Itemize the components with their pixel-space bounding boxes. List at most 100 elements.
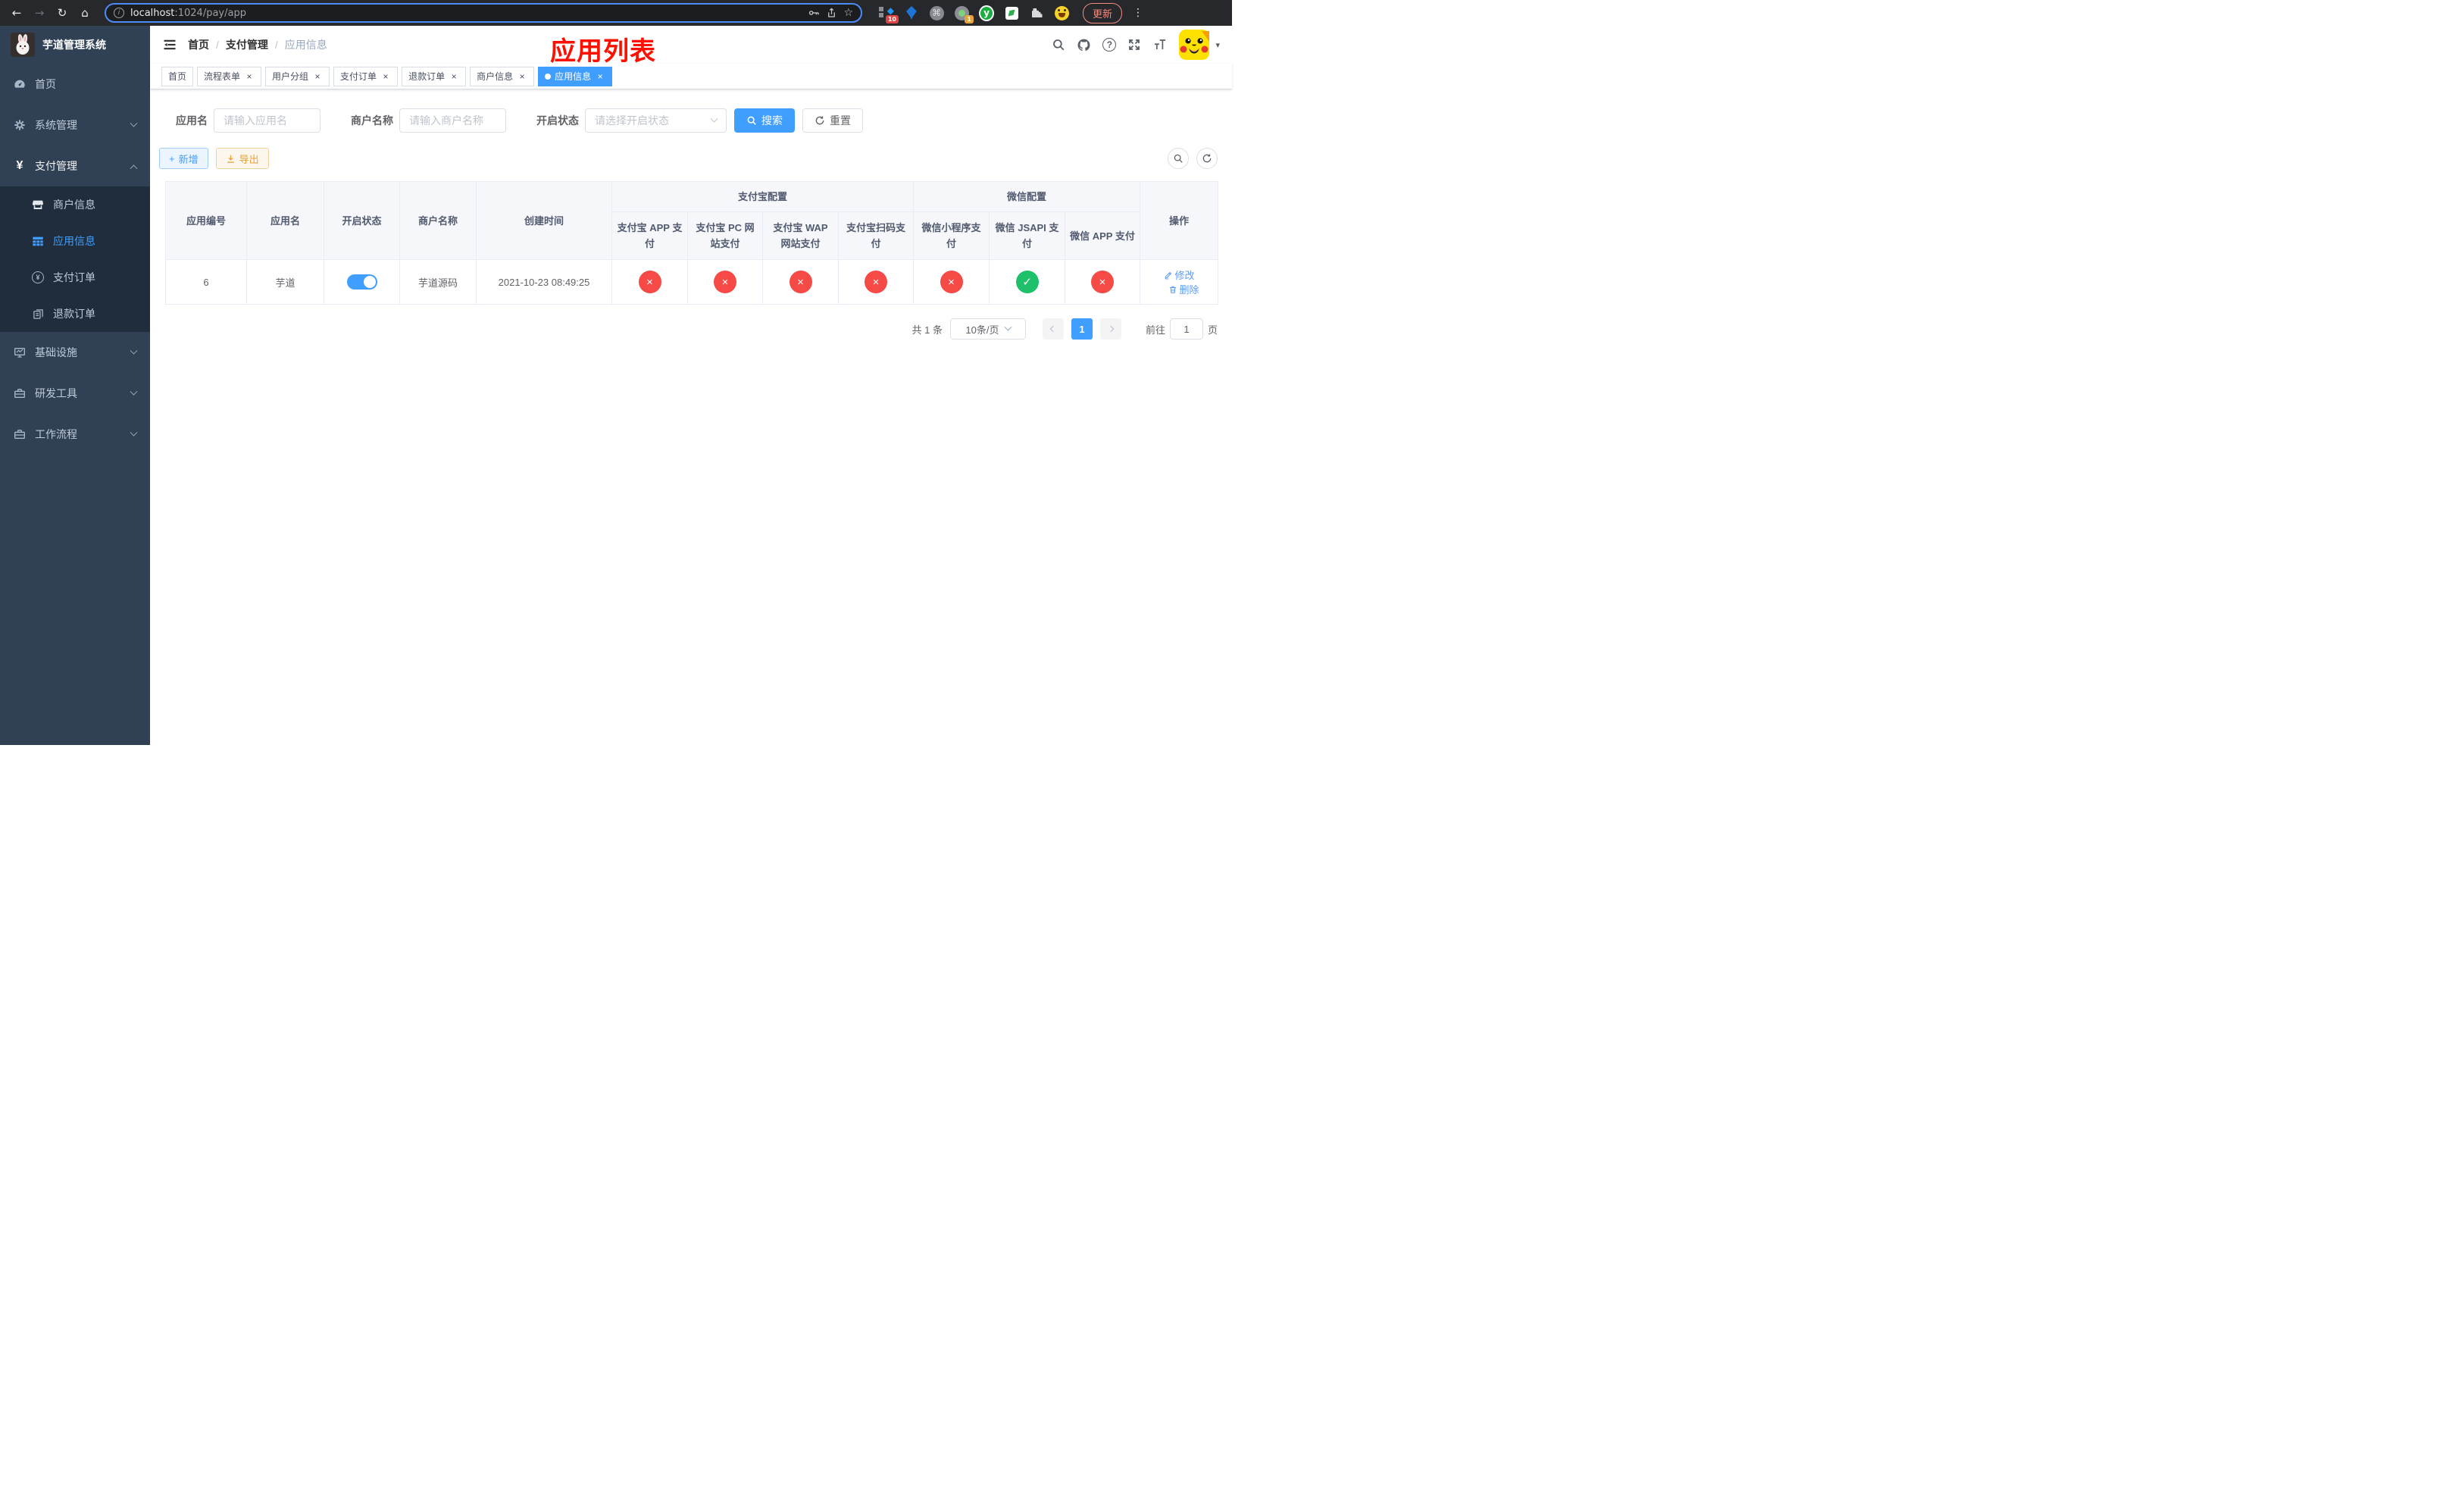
status-toggle[interactable]	[346, 274, 377, 290]
extension-puzzle-icon[interactable]	[1029, 5, 1044, 20]
help-icon[interactable]: ?	[1102, 38, 1117, 52]
breadcrumb-separator: /	[216, 39, 219, 51]
tab-app-info[interactable]: 应用信息 ×	[538, 66, 613, 86]
browser-menu-icon[interactable]: ⋮	[1133, 7, 1143, 19]
site-info-icon[interactable]: i	[114, 8, 124, 18]
sidebar-item-infrastructure[interactable]: 基础设施	[0, 332, 150, 373]
next-page-button[interactable]	[1099, 318, 1121, 340]
tab-home[interactable]: 首页	[161, 66, 194, 86]
extension-y-icon[interactable]: y	[979, 5, 994, 21]
gear-icon	[14, 119, 26, 131]
extension-emoji-icon[interactable]	[1054, 5, 1069, 20]
group-alipay-config: 支付宝配置	[611, 181, 915, 212]
breadcrumb-payment[interactable]: 支付管理	[226, 37, 268, 52]
tab-close-icon[interactable]: ×	[312, 72, 323, 81]
avatar-image	[1179, 30, 1210, 60]
wechat-app-status-icon: ×	[1091, 271, 1115, 293]
merchant-name-input[interactable]	[399, 108, 506, 133]
tab-process-form[interactable]: 流程表单 ×	[197, 66, 262, 86]
chevron-right-icon	[1107, 325, 1115, 333]
share-icon[interactable]	[826, 7, 837, 19]
extension-camera-icon[interactable]: 1	[954, 5, 974, 23]
tab-close-icon[interactable]: ×	[380, 72, 391, 81]
delete-link-label: 删除	[1179, 284, 1199, 296]
sidebar-item-home[interactable]: 首页	[0, 64, 150, 105]
breadcrumb-home[interactable]: 首页	[188, 37, 209, 52]
delete-link[interactable]: 删除	[1168, 282, 1199, 296]
tab-label: 支付订单	[340, 71, 377, 82]
col-wechat-mini-pay: 微信小程序支付	[913, 211, 990, 260]
tab-close-icon[interactable]: ×	[595, 72, 605, 81]
browser-update-button[interactable]: 更新	[1083, 2, 1123, 23]
search-icon[interactable]	[1052, 38, 1065, 52]
yen-icon: ¥	[16, 159, 23, 172]
tab-close-icon[interactable]: ×	[517, 72, 527, 81]
export-button[interactable]: 导出	[215, 148, 269, 169]
reset-button[interactable]: 重置	[802, 108, 863, 133]
prev-page-button[interactable]	[1042, 318, 1064, 340]
search-button-label: 搜索	[761, 114, 783, 127]
status-select[interactable]: 请选择开启状态	[585, 108, 727, 133]
sidebar-item-pay-orders[interactable]: ¥ 支付订单	[0, 259, 150, 296]
sidebar-item-label: 工作流程	[35, 428, 77, 440]
payment-submenu: 商户信息 应用信息 ¥ 支付订单 退款订单	[0, 186, 150, 332]
search-button[interactable]: 搜索	[734, 108, 795, 133]
current-page-button[interactable]: 1	[1071, 318, 1093, 340]
goto-page-input[interactable]	[1169, 318, 1203, 340]
add-button[interactable]: + 新增	[159, 148, 208, 169]
sidebar-item-payment[interactable]: ¥ 支付管理	[0, 146, 150, 186]
refresh-icon	[1202, 154, 1212, 163]
sidebar-item-merchant-info[interactable]: 商户信息	[0, 186, 150, 223]
tab-close-icon[interactable]: ×	[244, 72, 255, 81]
navbar-actions: ? ▾	[1052, 30, 1220, 60]
app-name-input[interactable]	[214, 108, 321, 133]
password-key-icon[interactable]	[808, 7, 820, 19]
extension-command-icon[interactable]: ⌘	[929, 5, 944, 20]
sidebar-item-app-info[interactable]: 应用信息	[0, 223, 150, 259]
sidebar-item-workflow[interactable]: 工作流程	[0, 414, 150, 455]
github-icon[interactable]	[1077, 38, 1091, 52]
chevron-up-icon	[130, 164, 138, 172]
browser-toolbar: ← → ↻ ⌂ i localhost:1024/pay/app ☆ ◆ 10 …	[0, 0, 1232, 26]
sidebar-logo-row[interactable]: 芋道管理系统	[0, 26, 150, 64]
extension-collage-icon[interactable]: ◆ 10	[879, 5, 899, 23]
status-label: 开启状态	[536, 114, 579, 127]
browser-reload-icon[interactable]: ↻	[53, 6, 71, 20]
extension-notes-icon[interactable]	[1004, 5, 1019, 20]
chevron-down-icon	[1004, 323, 1012, 331]
bookmark-star-icon[interactable]: ☆	[843, 7, 853, 19]
extension-badge: 1	[965, 15, 974, 23]
sidebar-item-system[interactable]: 系统管理	[0, 105, 150, 146]
browser-forward-icon[interactable]: →	[30, 6, 48, 20]
font-size-icon[interactable]	[1152, 38, 1168, 52]
sidebar-collapse-icon[interactable]	[162, 37, 177, 52]
reset-button-label: 重置	[830, 114, 851, 127]
tab-refund-orders[interactable]: 退款订单 ×	[402, 66, 467, 86]
extension-balloon-icon[interactable]	[904, 5, 919, 20]
collage-diamond-icon: ◆	[886, 5, 894, 16]
app-name-label: 应用名	[176, 114, 208, 127]
tab-close-icon[interactable]: ×	[449, 72, 459, 81]
refresh-table-button[interactable]	[1196, 148, 1218, 169]
edit-link[interactable]: 修改	[1164, 268, 1195, 282]
add-button-label: 新增	[178, 153, 199, 165]
sidebar-item-refund-orders[interactable]: 退款订单	[0, 296, 150, 332]
sidebar-item-dev-tools[interactable]: 研发工具	[0, 373, 150, 414]
sidebar-item-label: 应用信息	[53, 235, 95, 247]
pagination: 共 1 条 10条/页 1 前往 页	[165, 318, 1218, 340]
browser-back-icon[interactable]: ←	[8, 6, 26, 20]
chevron-left-icon	[1049, 325, 1057, 333]
url-text[interactable]: localhost:1024/pay/app	[130, 8, 802, 19]
cell-merchant: 芋道源码	[399, 259, 477, 305]
browser-home-icon[interactable]: ⌂	[76, 6, 94, 20]
address-bar[interactable]: i localhost:1024/pay/app ☆	[105, 3, 862, 23]
fullscreen-icon[interactable]	[1127, 38, 1141, 52]
user-avatar[interactable]: ▾	[1179, 30, 1220, 60]
col-status: 开启状态	[324, 181, 400, 260]
page-size-select[interactable]: 10条/页	[949, 318, 1026, 340]
app-table: 应用编号 应用名 开启状态 商户名称 创建时间 支付宝配置 微信配置 操作 支付…	[165, 181, 1219, 305]
toggle-search-button[interactable]	[1168, 148, 1189, 169]
tab-merchant-info[interactable]: 商户信息 ×	[470, 66, 535, 86]
tab-user-group[interactable]: 用户分组 ×	[265, 66, 330, 86]
tab-pay-orders[interactable]: 支付订单 ×	[333, 66, 399, 86]
